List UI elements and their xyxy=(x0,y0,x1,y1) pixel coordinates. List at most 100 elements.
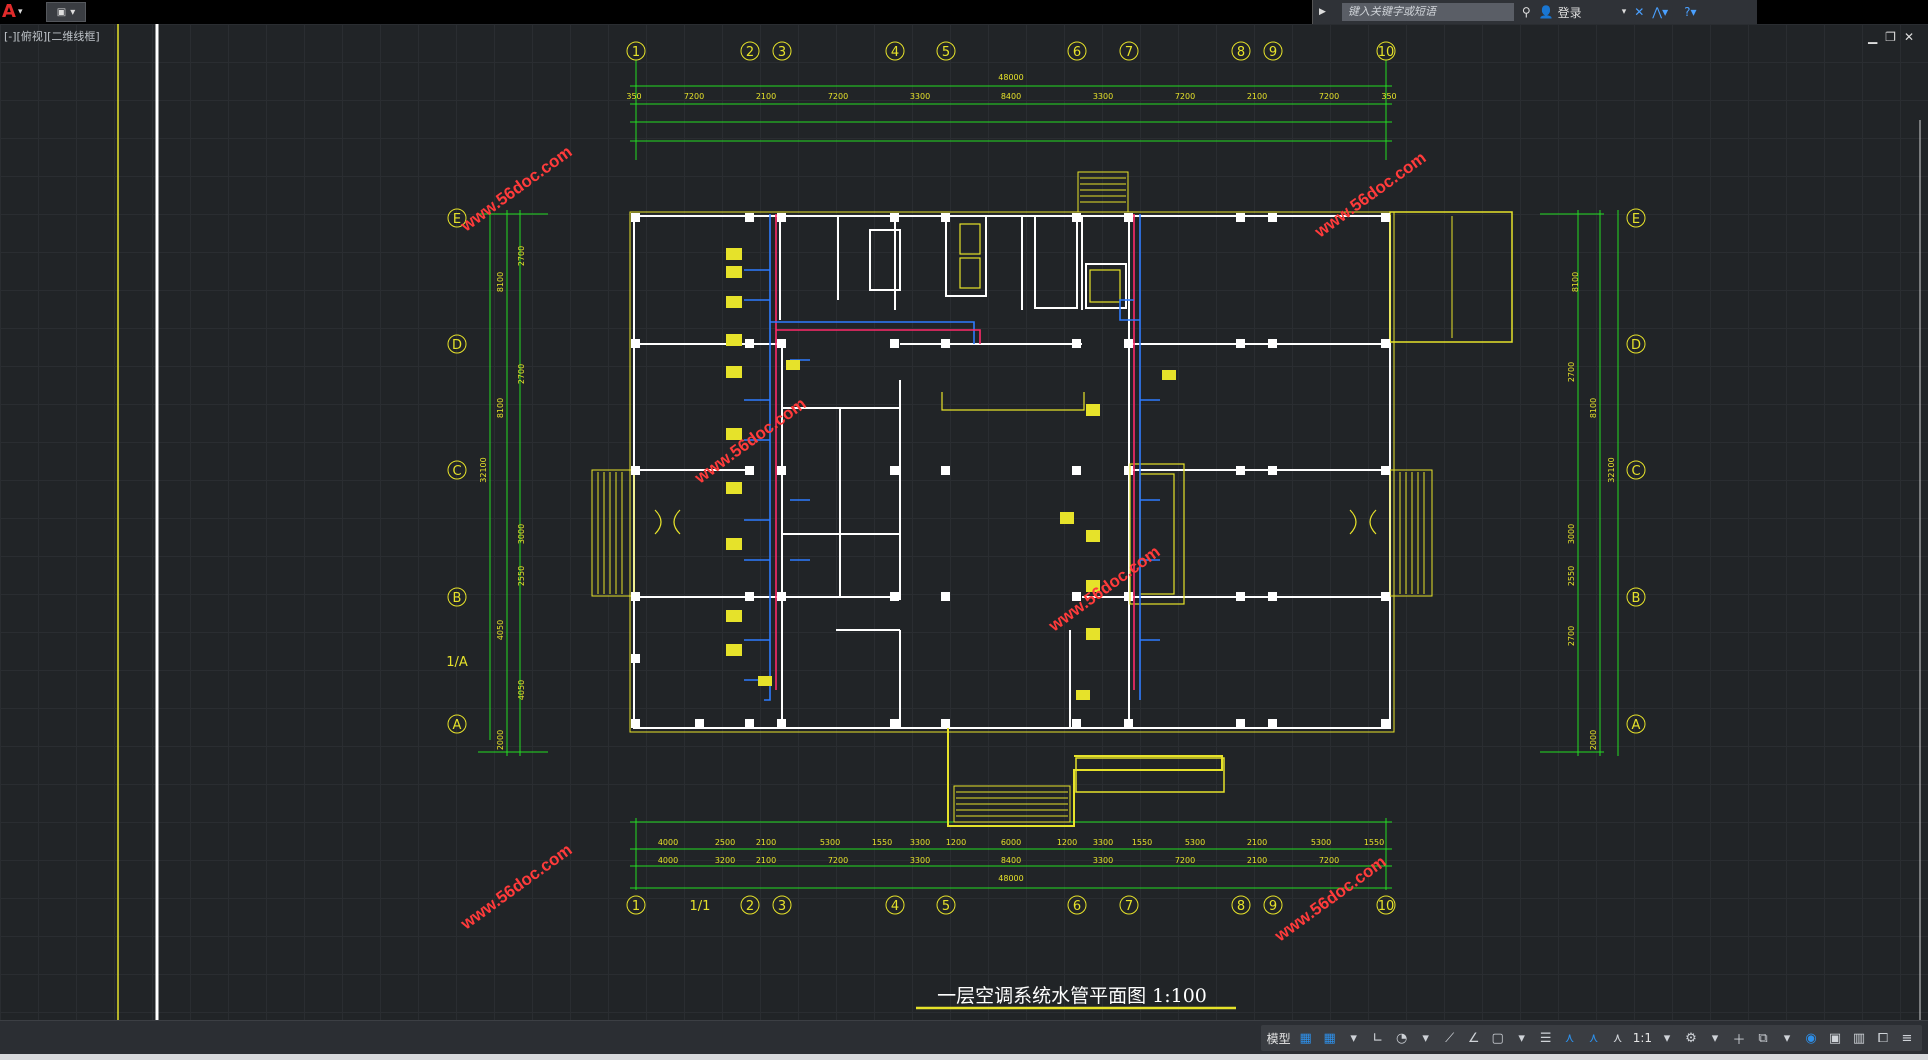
svg-text:B: B xyxy=(1632,591,1641,606)
svg-text:2100: 2100 xyxy=(1247,856,1267,865)
otrack-icon[interactable]: ▢ xyxy=(1489,1029,1507,1047)
chevron-down-icon[interactable]: ▾ xyxy=(1345,1029,1363,1047)
svg-text:9: 9 xyxy=(1269,45,1277,60)
svg-text:6: 6 xyxy=(1073,45,1081,60)
annotation-autoscale-icon[interactable]: ⋏ xyxy=(1585,1029,1603,1047)
clean-screen-icon[interactable]: ▥ xyxy=(1850,1029,1868,1047)
customization-menu-icon[interactable]: ≡ xyxy=(1898,1029,1916,1047)
model-space-label[interactable]: 模型 xyxy=(1267,1030,1291,1047)
annotation-scale-value[interactable]: 1:1 xyxy=(1633,1031,1652,1045)
svg-text:8100: 8100 xyxy=(496,398,505,418)
annotation-scale-icon[interactable]: ⋏ xyxy=(1609,1029,1627,1047)
snap-icon[interactable]: ▦ xyxy=(1321,1029,1339,1047)
axis-bubble: 6 xyxy=(1067,41,1087,61)
svg-text:3300: 3300 xyxy=(1093,838,1113,847)
svg-text:9: 9 xyxy=(1269,899,1277,914)
grid-icon[interactable]: ▦ xyxy=(1297,1029,1315,1047)
axis-bubble: 9 xyxy=(1263,41,1283,61)
left-row-bubbles: E D C B 1/A A xyxy=(446,208,468,734)
axis-bubble: 9 xyxy=(1263,895,1283,915)
isolate-objects-icon[interactable]: ◉ xyxy=(1802,1029,1820,1047)
axis-bubble: 1/1 xyxy=(690,899,711,914)
row-bubble: C xyxy=(1626,460,1646,480)
svg-text:7200: 7200 xyxy=(828,856,848,865)
svg-text:2700: 2700 xyxy=(517,364,526,384)
svg-text:8100: 8100 xyxy=(1571,272,1580,292)
row-bubble: C xyxy=(447,460,467,480)
bottom-edge xyxy=(0,1054,1928,1060)
add-icon[interactable]: ＋ xyxy=(1730,1029,1748,1048)
hvac-water-pipes xyxy=(744,214,1160,701)
svg-text:1/1: 1/1 xyxy=(690,899,711,914)
isodraft-icon[interactable]: ⟋ xyxy=(1441,1029,1459,1047)
svg-text:2100: 2100 xyxy=(756,856,776,865)
chevron-down-icon[interactable]: ▾ xyxy=(1658,1029,1676,1047)
axis-bubble: 5 xyxy=(936,895,956,915)
svg-text:4: 4 xyxy=(891,45,899,60)
svg-text:3300: 3300 xyxy=(910,838,930,847)
svg-text:www.56doc.com: www.56doc.com xyxy=(1044,542,1163,636)
row-bubble: 1/A xyxy=(446,655,468,670)
svg-text:8400: 8400 xyxy=(1001,92,1021,101)
svg-text:www.56doc.com: www.56doc.com xyxy=(1310,148,1429,242)
chevron-down-icon[interactable]: ▾ xyxy=(1417,1029,1435,1047)
svg-text:2: 2 xyxy=(746,899,754,914)
row-bubble: A xyxy=(447,714,467,734)
axis-bubble: 7 xyxy=(1119,41,1139,61)
svg-text:D: D xyxy=(1631,338,1641,353)
drawing-title-group: 一层空调系统水管平面图 1:100 xyxy=(916,985,1236,1010)
quick-properties-icon[interactable]: ⧉ xyxy=(1754,1029,1772,1047)
svg-text:2: 2 xyxy=(746,45,754,60)
svg-text:7200: 7200 xyxy=(1175,856,1195,865)
axis-bubble: 10 xyxy=(1376,895,1396,915)
polar-icon[interactable]: ◔ xyxy=(1393,1029,1411,1047)
svg-text:3300: 3300 xyxy=(1093,92,1113,101)
chevron-down-icon[interactable]: ▾ xyxy=(1778,1029,1796,1047)
svg-text:1: 1 xyxy=(632,45,640,60)
svg-text:6000: 6000 xyxy=(1001,838,1021,847)
chevron-down-icon[interactable]: ▾ xyxy=(1706,1029,1724,1047)
svg-text:2100: 2100 xyxy=(756,838,776,847)
svg-text:6: 6 xyxy=(1073,899,1081,914)
svg-text:48000: 48000 xyxy=(998,874,1023,883)
svg-text:5300: 5300 xyxy=(820,838,840,847)
workspace-gear-icon[interactable]: ⚙ xyxy=(1682,1029,1700,1047)
svg-text:1550: 1550 xyxy=(1364,838,1384,847)
svg-text:3000: 3000 xyxy=(1567,524,1576,544)
row-bubble: B xyxy=(1626,587,1646,607)
row-bubble: D xyxy=(447,334,467,354)
svg-text:1200: 1200 xyxy=(1057,838,1077,847)
svg-text:3: 3 xyxy=(778,45,786,60)
ortho-icon[interactable]: ∟ xyxy=(1369,1029,1387,1047)
axis-bubble: 5 xyxy=(936,41,956,61)
svg-text:7200: 7200 xyxy=(684,92,704,101)
svg-text:2000: 2000 xyxy=(496,730,505,750)
osnap-icon[interactable]: ∠ xyxy=(1465,1029,1483,1047)
svg-text:32100: 32100 xyxy=(1607,457,1616,482)
floor-plan-drawing: 1 2 3 4 5 6 7 8 9 10 1 1/1 2 3 4 5 6 7 8… xyxy=(117,24,1921,1020)
fullscreen-icon[interactable]: ⧠ xyxy=(1874,1029,1892,1047)
chevron-down-icon[interactable]: ▾ xyxy=(1513,1029,1531,1047)
svg-text:5: 5 xyxy=(942,45,950,60)
svg-text:4: 4 xyxy=(891,899,899,914)
svg-text:2500: 2500 xyxy=(715,838,735,847)
svg-text:350: 350 xyxy=(1381,92,1396,101)
svg-text:10: 10 xyxy=(1378,45,1395,60)
axis-bubble: 8 xyxy=(1231,41,1251,61)
svg-text:7200: 7200 xyxy=(1319,92,1339,101)
svg-text:A: A xyxy=(1632,718,1641,733)
lineweight-icon[interactable]: ☰ xyxy=(1537,1029,1555,1047)
svg-text:4000: 4000 xyxy=(658,838,678,847)
svg-text:3200: 3200 xyxy=(715,856,735,865)
svg-text:B: B xyxy=(453,591,462,606)
svg-text:8100: 8100 xyxy=(496,272,505,292)
svg-text:8: 8 xyxy=(1237,45,1245,60)
hardware-acceleration-icon[interactable]: ▣ xyxy=(1826,1029,1844,1047)
svg-text:www.56doc.com: www.56doc.com xyxy=(456,840,575,934)
svg-text:2100: 2100 xyxy=(1247,838,1267,847)
left-dimension-texts: 8100 2700 2700 8100 3000 2550 4050 4050 … xyxy=(479,246,526,750)
annotation-visibility-icon[interactable]: ⋏ xyxy=(1561,1029,1579,1047)
row-bubble: D xyxy=(1626,334,1646,354)
bottom-dimension-texts: 4000 2500 2100 5300 1550 3300 1200 6000 … xyxy=(658,838,1384,883)
svg-text:2000: 2000 xyxy=(1589,730,1598,750)
